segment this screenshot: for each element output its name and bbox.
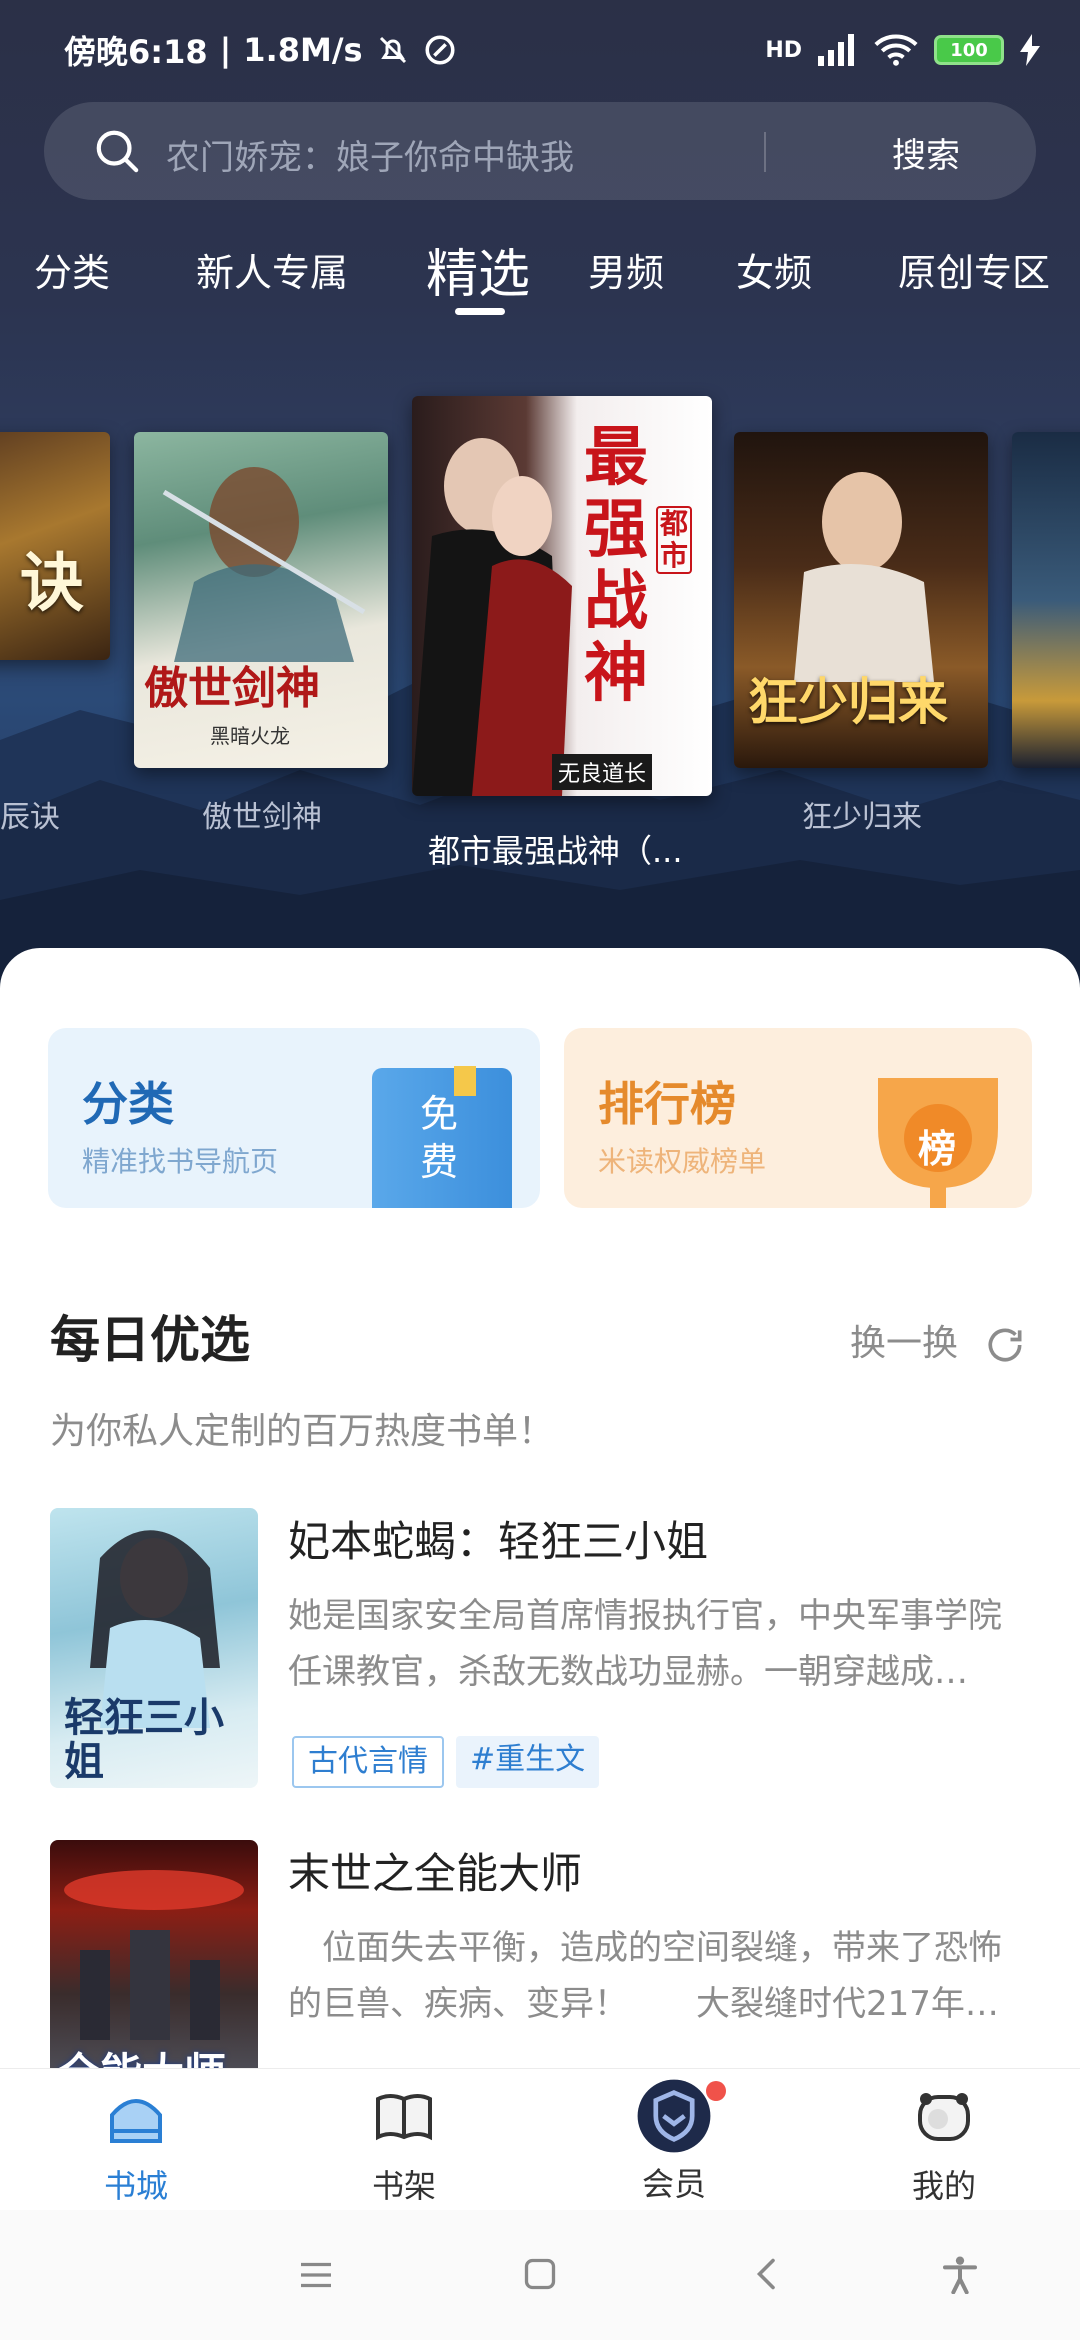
section-subtitle: 为你私人定制的百万热度书单！ [50,1411,555,1452]
free-badge-text: 免费 [420,1092,459,1184]
carousel-caption-active[interactable]: 都市最强战神（... [428,826,683,872]
carousel-cover[interactable]: 最强战神 都市 无良道长 [412,396,712,796]
carousel-caption[interactable]: 傲世剑神 [202,792,322,836]
cover-title: 傲世剑神 [144,663,320,714]
tab-female[interactable]: 女频 [736,242,812,297]
nav-label: 会员 [641,2165,706,2203]
ranking-card[interactable]: 排行榜 米读权威榜单 榜 [564,1028,1032,1208]
search-icon [96,130,139,173]
book-description: 位面失去平衡，造成的空间裂缝，带来了恐怖的巨兽、疾病、变异！ 大裂缝时代217年… [288,1928,1002,2024]
accessibility-icon[interactable] [940,2254,980,2294]
battery-icon: 100 [934,35,1004,65]
book-carousel: 诀 辰诀 傲世剑神 黑暗火龙 傲世剑神 最强战神 都市 无良道长 都市最强战神（… [0,390,1080,890]
tab-male[interactable]: 男频 [588,242,664,297]
cover-title: 诀 [20,546,84,621]
charging-icon [1020,34,1040,66]
book-title[interactable]: 末世之全能大师 [288,1840,582,1901]
network-label: HD [765,37,802,63]
category-tabs: 分类 新人专属 精选 男频 女频 原创专区 [0,232,1080,322]
book-tag[interactable]: #重生文 [456,1736,600,1788]
signal-icon [818,34,854,66]
cover-author: 无良道长 [552,754,653,790]
ranking-card-subtitle: 米读权威榜单 [598,1145,767,1178]
category-card-subtitle: 精准找书导航页 [82,1145,279,1178]
home-icon [110,2099,162,2143]
cover-tag: 都市 [656,506,692,574]
book-cover[interactable]: 轻狂三小姐 [50,1508,258,1788]
member-shield-icon [637,2079,711,2153]
carousel-cover[interactable] [1012,432,1080,768]
status-bar: 傍晚6:18 | 1.8M/s HD 100 [64,22,1040,78]
ranking-card-title: 排行榜 [598,1077,736,1131]
book-item[interactable]: 轻狂三小姐 妃本蛇蝎：轻狂三小姐 她是国家安全局首席情报执行官，中央军事学院任课… [50,1508,1030,1788]
search-button[interactable]: 搜索 [892,128,960,177]
category-card[interactable]: 分类 精准找书导航页 免费 [48,1028,540,1208]
cover-author: 黑暗火龙 [210,724,290,748]
search-divider [764,132,766,172]
category-card-title: 分类 [82,1077,174,1131]
swap-button[interactable]: 换一换 [850,1314,1027,1367]
nav-profile[interactable]: 我的 [884,2087,1004,2207]
profile-icon [918,2093,970,2141]
nav-label: 我的 [911,2167,976,2205]
tab-category[interactable]: 分类 [34,242,110,297]
cover-art [162,467,366,662]
back-icon[interactable] [752,2256,782,2292]
status-speed: 1.8M/s [243,31,363,69]
carousel-cover[interactable]: 傲世剑神 黑暗火龙 [134,432,388,768]
carousel-cover[interactable]: 诀 [0,432,110,660]
search-bar[interactable]: 农门娇宠：娘子你命中缺我 搜索 [44,102,1036,200]
trophy-icon: 榜 [868,1068,1008,1208]
tab-featured[interactable]: 精选 [426,232,530,307]
wifi-icon [874,34,918,66]
system-nav-bar [0,2210,1080,2340]
free-book-icon: 免费 [372,1066,512,1208]
notification-dot [706,2081,726,2101]
status-separator: | [219,31,232,69]
nav-label: 书架 [371,2167,436,2205]
hero-banner: 傍晚6:18 | 1.8M/s HD 100 农门娇宠：娘子你命中缺我 搜索 分… [0,0,1080,1000]
cover-art [412,438,572,796]
search-placeholder[interactable]: 农门娇宠：娘子你命中缺我 [166,130,574,179]
carousel-cover[interactable]: 狂少归来 [734,432,988,768]
status-time: 傍晚6:18 [64,33,208,71]
active-tab-indicator [455,308,505,315]
content-sheet: 分类 精准找书导航页 免费 排行榜 米读权威榜单 榜 每日优选 换一换 为你私人… [0,948,1080,2120]
cover-title: 轻狂三小姐 [64,1694,224,1785]
book-description: 她是国家安全局首席情报执行官，中央军事学院任课教官，杀敌无数战功显赫。一朝穿越成… [288,1596,1002,1692]
sync-icon [425,35,455,65]
home-button-icon[interactable] [522,2256,558,2292]
refresh-icon [988,1328,1022,1362]
nav-bookstore[interactable]: 书城 [76,2087,196,2207]
mute-bell-icon [379,36,406,64]
menu-icon[interactable] [298,2260,334,2290]
tab-newcomer[interactable]: 新人专属 [196,242,348,297]
cover-title: 最强战神 [584,420,648,711]
cover-title: 狂少归来 [748,672,948,731]
book-title[interactable]: 妃本蛇蝎：轻狂三小姐 [288,1508,708,1569]
swap-label: 换一换 [850,1323,959,1364]
tab-original[interactable]: 原创专区 [898,242,1050,297]
carousel-caption[interactable]: 狂少归来 [802,792,922,836]
carousel-caption[interactable]: 辰诀 [0,792,60,836]
nav-bookshelf[interactable]: 书架 [344,2087,464,2207]
bottom-nav: 书城 书架 会员 我的 [0,2068,1080,2210]
book-icon [376,2094,432,2141]
book-tag[interactable]: 古代言情 [292,1736,444,1788]
section-title: 每日优选 [50,1311,250,1369]
ranking-badge-text: 榜 [918,1127,957,1171]
nav-label: 书城 [103,2167,168,2205]
nav-member[interactable]: 会员 [614,2079,734,2205]
